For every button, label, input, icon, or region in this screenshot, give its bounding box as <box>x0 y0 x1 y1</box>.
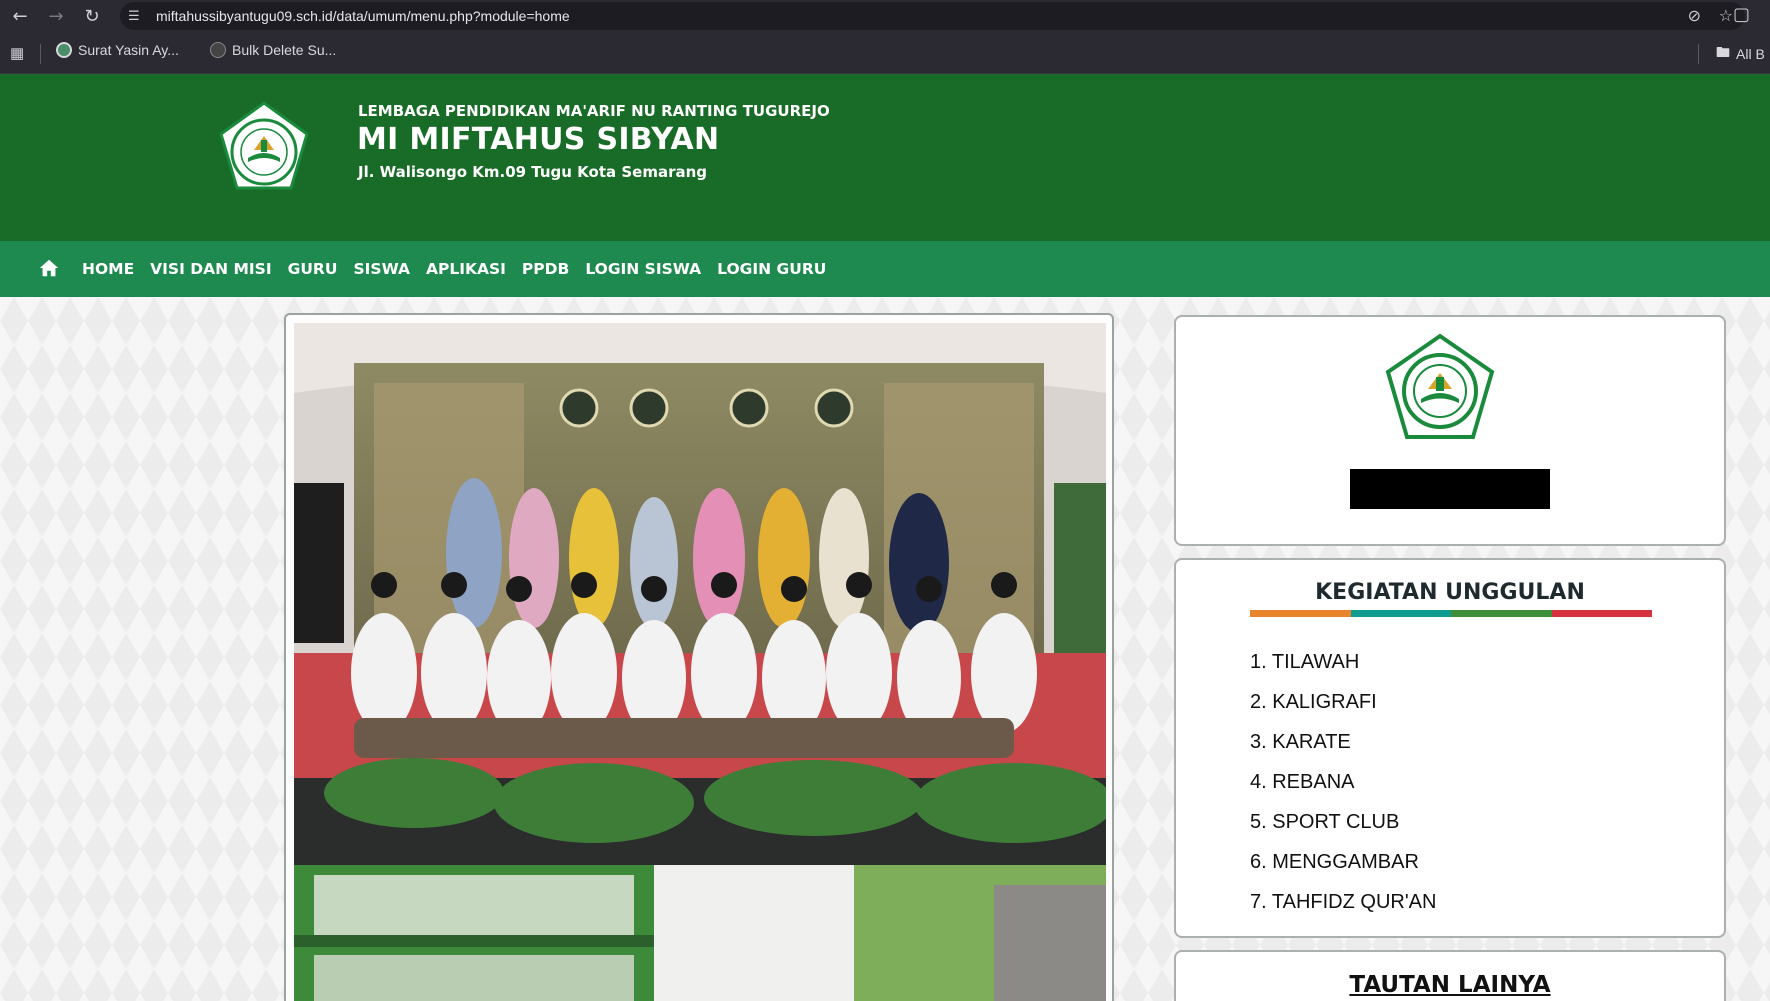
browser-toolbar: ← → ↻ ☰ miftahussibyantugu09.sch.id/data… <box>0 0 1770 32</box>
github-icon <box>210 42 226 58</box>
nav-login-guru[interactable]: LOGIN GURU <box>717 260 826 278</box>
list-item: 6. MENGGAMBAR <box>1250 851 1419 873</box>
apps-grid-icon[interactable]: ▦ <box>10 44 24 62</box>
graduation-photo <box>294 323 1106 865</box>
list-item: 2. KALIGRAFI <box>1250 691 1377 713</box>
nav-ppdb[interactable]: PPDB <box>522 260 569 278</box>
profile-card <box>1174 315 1726 546</box>
kegiatan-list: 1. TILAWAH 2. KALIGRAFI 3. KARATE 4. REB… <box>1250 650 1436 930</box>
bar-segment <box>1250 610 1351 617</box>
main-navbar: HOME VISI DAN MISI GURU SISWA APLIKASI P… <box>0 241 1770 297</box>
forward-icon[interactable]: → <box>40 0 72 32</box>
list-item: 3. KARATE <box>1250 731 1351 753</box>
all-bookmarks-label: All B <box>1736 46 1765 62</box>
nav-menu: HOME VISI DAN MISI GURU SISWA APLIKASI P… <box>82 241 826 297</box>
back-icon[interactable]: ← <box>4 0 36 32</box>
home-icon[interactable] <box>38 257 60 279</box>
school-logo <box>1385 333 1495 439</box>
extensions-icon[interactable]: ▢ <box>1733 4 1750 25</box>
address-bar[interactable]: ☰ miftahussibyantugu09.sch.id/data/umum/… <box>120 2 1745 30</box>
kegiatan-card: KEGIATAN UNGGULAN 1. TILAWAH 2. KALIGRAF… <box>1174 558 1726 938</box>
site-info-icon[interactable]: ☰ <box>128 9 148 24</box>
nav-aplikasi[interactable]: APLIKASI <box>426 260 506 278</box>
bookmark-label: Bulk Delete Su... <box>232 42 337 58</box>
bar-segment <box>1451 610 1552 617</box>
star-icon[interactable]: ☆ <box>1719 6 1733 25</box>
reload-icon[interactable]: ↻ <box>76 0 108 32</box>
bookmarks-divider <box>40 44 41 64</box>
list-item: 1. TILAWAH <box>1250 651 1360 673</box>
school-building-photo <box>294 865 1106 1001</box>
redacted-block <box>1350 469 1550 509</box>
image-slider[interactable] <box>284 313 1114 1001</box>
nav-home[interactable]: HOME <box>82 260 134 278</box>
bookmarks-bar: ▦ Surat Yasin Ay... Bulk Delete Su... 🖿 … <box>0 32 1770 74</box>
header-address: Jl. Walisongo Km.09 Tugu Kota Semarang <box>358 163 708 181</box>
kegiatan-color-bar <box>1250 610 1652 617</box>
tautan-title: TAUTAN LAINYA <box>1349 972 1551 998</box>
bookmark-item[interactable]: Bulk Delete Su... <box>210 42 336 58</box>
folder-icon: 🖿 <box>1716 44 1730 60</box>
eye-off-icon[interactable]: ⊘ <box>1688 6 1701 25</box>
all-bookmarks[interactable]: 🖿 All B <box>1716 42 1765 66</box>
site-title[interactable]: MI MIFTAHUS SIBYAN <box>357 122 719 157</box>
list-item: 7. TAHFIDZ QUR'AN <box>1250 891 1437 913</box>
bookmarks-divider <box>1698 44 1699 64</box>
bar-segment <box>1350 610 1451 617</box>
nav-siswa[interactable]: SISWA <box>353 260 410 278</box>
kegiatan-title: KEGIATAN UNGGULAN <box>1315 580 1585 605</box>
school-logo <box>219 101 309 190</box>
site-header: LEMBAGA PENDIDIKAN MA'ARIF NU RANTING TU… <box>0 74 1770 241</box>
nav-guru[interactable]: GURU <box>288 260 338 278</box>
nav-visi-dan-misi[interactable]: VISI DAN MISI <box>150 260 271 278</box>
nav-login-siswa[interactable]: LOGIN SISWA <box>585 260 701 278</box>
bookmark-item[interactable]: Surat Yasin Ay... <box>56 42 179 58</box>
list-item: 5. SPORT CLUB <box>1250 811 1400 833</box>
header-subtitle: LEMBAGA PENDIDIKAN MA'ARIF NU RANTING TU… <box>358 102 830 120</box>
address-url[interactable]: miftahussibyantugu09.sch.id/data/umum/me… <box>156 8 570 24</box>
tautan-card: TAUTAN LAINYA <box>1174 950 1726 1001</box>
bookmark-label: Surat Yasin Ay... <box>78 42 179 58</box>
list-item: 4. REBANA <box>1250 771 1355 793</box>
bookmark-favicon-icon <box>56 42 72 58</box>
bar-segment <box>1551 610 1652 617</box>
